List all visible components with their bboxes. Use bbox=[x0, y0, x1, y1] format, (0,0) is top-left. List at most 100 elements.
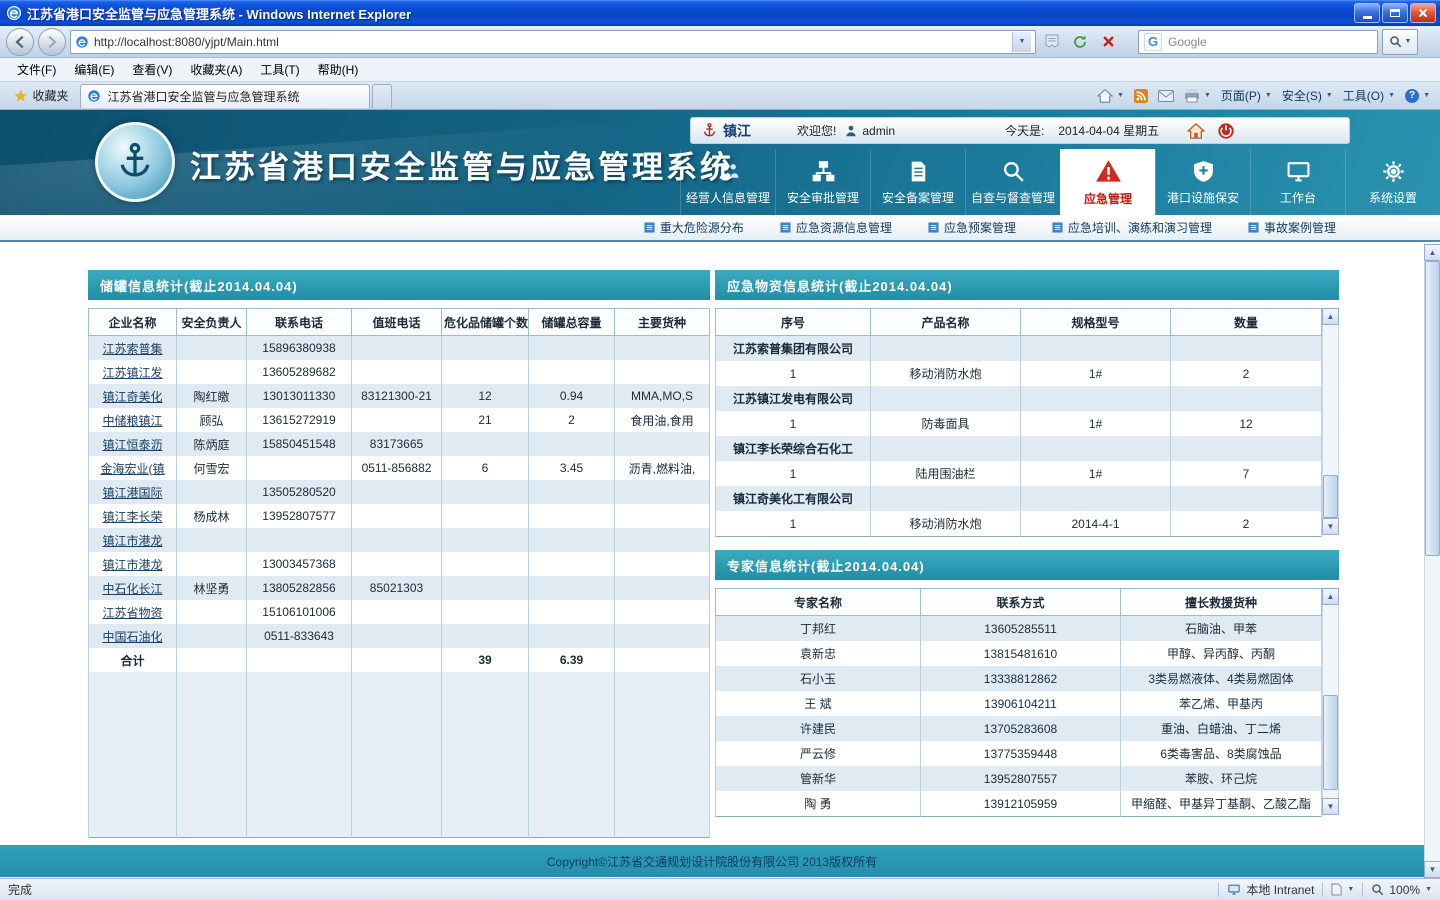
address-dropdown-button[interactable]: ▼ bbox=[1012, 31, 1031, 52]
browser-tab-active[interactable]: 江苏省港口安全监管与应急管理系统 bbox=[80, 83, 371, 108]
company-link[interactable]: 镇江港国际 bbox=[102, 486, 162, 500]
company-link[interactable]: 中国石油化 bbox=[102, 630, 162, 644]
experts-scrollbar[interactable]: ▲ ▼ bbox=[1322, 588, 1339, 815]
page-menu-label: 页面(P) bbox=[1220, 89, 1261, 103]
company-link[interactable]: 金海宏业(镇 bbox=[101, 462, 165, 476]
supplies-scrollbar[interactable]: ▲ ▼ bbox=[1322, 308, 1339, 535]
page-icon bbox=[1331, 883, 1342, 896]
menu-edit[interactable]: 编辑(E) bbox=[65, 58, 123, 81]
address-bar-input[interactable]: http://localhost:8080/yjpt/Main.html ▼ bbox=[70, 29, 1036, 54]
logout-power-icon[interactable] bbox=[1217, 122, 1235, 140]
stop-button[interactable] bbox=[1096, 30, 1120, 54]
scroll-thumb[interactable] bbox=[1323, 695, 1338, 790]
window-titlebar: 江苏省港口安全监管与应急管理系统 - Windows Internet Expl… bbox=[0, 0, 1440, 26]
table-filler bbox=[88, 672, 710, 838]
back-button[interactable] bbox=[6, 27, 34, 56]
company-link[interactable]: 中储粮镇江 bbox=[102, 414, 162, 428]
scroll-up-icon[interactable]: ▲ bbox=[1322, 308, 1339, 325]
company-link[interactable]: 镇江市港龙 bbox=[102, 558, 162, 572]
page-scrollbar[interactable]: ▲ ▼ bbox=[1424, 244, 1440, 878]
nav-item-workbench[interactable]: 工作台 bbox=[1250, 149, 1345, 215]
company-link[interactable]: 镇江李长荣 bbox=[102, 510, 162, 524]
read-mail-button[interactable] bbox=[1157, 89, 1174, 102]
subnav-hazard-distribution[interactable]: 重大危险源分布 bbox=[644, 219, 744, 236]
subnav-emergency-plans[interactable]: 应急预案管理 bbox=[928, 219, 1016, 236]
table-row: 镇江市港龙 bbox=[88, 528, 710, 552]
monitor-icon bbox=[1286, 159, 1311, 184]
print-button[interactable]: ▼ bbox=[1184, 88, 1211, 103]
company-link[interactable]: 镇江恒泰沥 bbox=[102, 438, 162, 452]
help-button[interactable]: ? ▼ bbox=[1405, 88, 1430, 103]
page-menu-button[interactable]: 页面(P) ▼ bbox=[1221, 87, 1272, 104]
scroll-up-icon[interactable]: ▲ bbox=[1322, 588, 1339, 605]
doc-list-icon bbox=[780, 222, 791, 233]
company-link[interactable]: 镇江奇美化 bbox=[102, 390, 162, 404]
system-title: 江苏省港口安全监管与应急管理系统 bbox=[190, 150, 734, 185]
document-icon bbox=[906, 159, 931, 184]
nav-item-system-settings[interactable]: 系统设置 bbox=[1345, 149, 1440, 215]
table-row: 严云修 13775359448 6类毒害品、8类腐蚀品 bbox=[715, 741, 1322, 766]
company-link[interactable]: 中石化长江 bbox=[102, 582, 162, 596]
nav-item-safety-approval[interactable]: 安全审批管理 bbox=[775, 149, 870, 215]
shield-icon bbox=[1191, 159, 1216, 184]
nav-item-safety-filing[interactable]: 安全备案管理 bbox=[870, 149, 965, 215]
nav-item-port-security[interactable]: 港口设施保安 bbox=[1155, 149, 1250, 215]
table-row: 中储粮镇江 顾弘 13615272919 21 2 食用油,食用 bbox=[88, 408, 710, 432]
nav-item-inspection[interactable]: 自查与督查管理 bbox=[965, 149, 1060, 215]
menu-favorites[interactable]: 收藏夹(A) bbox=[181, 58, 251, 81]
nav-item-emergency-management[interactable]: 应急管理 bbox=[1060, 149, 1155, 215]
column-header: 规格型号 bbox=[1020, 308, 1171, 336]
subnav-training-drills[interactable]: 应急培训、演练和演习管理 bbox=[1052, 219, 1212, 236]
tank-table: 企业名称 安全负责人 联系电话 值班电话 危化品储罐个数 储罐总容量 主要货种 江苏索普集 1… bbox=[88, 308, 710, 838]
forward-button[interactable] bbox=[38, 27, 66, 56]
favorites-button[interactable]: ★ 收藏夹 bbox=[6, 84, 76, 108]
window-title: 江苏省港口安全监管与应急管理系统 - Windows Internet Expl… bbox=[27, 6, 412, 22]
table-row: 金海宏业(镇 何雪宏 0511-856882 6 3.45 沥青,燃料油, bbox=[88, 456, 710, 480]
menu-file[interactable]: 文件(F) bbox=[8, 58, 65, 81]
google-logo-icon: G bbox=[1144, 32, 1162, 51]
scroll-up-icon[interactable]: ▲ bbox=[1424, 244, 1440, 261]
company-link[interactable]: 江苏镇江发 bbox=[102, 366, 162, 380]
feeds-button[interactable] bbox=[1133, 88, 1148, 103]
scroll-down-icon[interactable]: ▼ bbox=[1424, 861, 1440, 878]
scroll-down-icon[interactable]: ▼ bbox=[1322, 518, 1339, 535]
tools-menu-button[interactable]: 工具(O) ▼ bbox=[1343, 87, 1395, 104]
protected-mode-button[interactable]: ▼ bbox=[1331, 883, 1354, 896]
column-header: 擅长救援货种 bbox=[1120, 588, 1322, 616]
compatibility-view-button[interactable] bbox=[1040, 30, 1064, 54]
column-header: 储罐总容量 bbox=[528, 308, 615, 336]
menu-help[interactable]: 帮助(H) bbox=[309, 58, 368, 81]
search-input[interactable]: G Google bbox=[1138, 29, 1378, 54]
subnav-emergency-resources[interactable]: 应急资源信息管理 bbox=[780, 219, 892, 236]
company-link[interactable]: 江苏省物资 bbox=[102, 606, 162, 620]
home-shortcut-icon[interactable] bbox=[1187, 122, 1206, 139]
safety-menu-button[interactable]: 安全(S) ▼ bbox=[1282, 87, 1333, 104]
panel-title: 专家信息统计(截止2014.04.04) bbox=[715, 550, 1339, 580]
minimize-button[interactable] bbox=[1354, 3, 1380, 23]
browser-viewport: 江苏省港口安全监管与应急管理系统 镇江 欢迎您! admin 今天是: 2014… bbox=[0, 110, 1440, 878]
maximize-button[interactable] bbox=[1382, 3, 1408, 23]
status-text: 完成 bbox=[8, 883, 33, 897]
scroll-down-icon[interactable]: ▼ bbox=[1322, 798, 1339, 815]
refresh-button[interactable] bbox=[1068, 30, 1092, 54]
new-tab-button[interactable] bbox=[372, 83, 393, 108]
sub-nav: 重大危险源分布 应急资源信息管理 应急预案管理 应急培训、演练和演习管理 事故案… bbox=[0, 215, 1440, 242]
home-button[interactable]: ▼ bbox=[1097, 88, 1124, 103]
zoom-control[interactable]: 100% ▼ bbox=[1371, 883, 1432, 897]
subnav-accident-cases[interactable]: 事故案例管理 bbox=[1248, 219, 1336, 236]
favorites-tab-bar: ★ 收藏夹 江苏省港口安全监管与应急管理系统 ▼ ▼ 页面(P) ▼ 安全(S) bbox=[0, 82, 1440, 110]
table-filler bbox=[715, 816, 1322, 817]
search-go-button[interactable]: ▼ bbox=[1382, 28, 1418, 55]
scroll-thumb[interactable] bbox=[1425, 261, 1440, 556]
company-link[interactable]: 江苏索普集 bbox=[102, 342, 162, 356]
nav-item-operator-info[interactable]: 经营人信息管理 bbox=[680, 149, 775, 215]
table-row: 中石化长江 林坚勇 13805282856 85021303 bbox=[88, 576, 710, 600]
table-row: 中国石油化 0511-833643 bbox=[88, 624, 710, 648]
table-row: 镇江李长荣 杨成林 13952807577 bbox=[88, 504, 710, 528]
menu-view[interactable]: 查看(V) bbox=[123, 58, 181, 81]
company-link[interactable]: 镇江市港龙 bbox=[102, 534, 162, 548]
close-button[interactable] bbox=[1410, 3, 1436, 23]
scroll-thumb[interactable] bbox=[1323, 475, 1338, 518]
menu-tools[interactable]: 工具(T) bbox=[251, 58, 308, 81]
page-favicon-icon bbox=[75, 35, 89, 49]
